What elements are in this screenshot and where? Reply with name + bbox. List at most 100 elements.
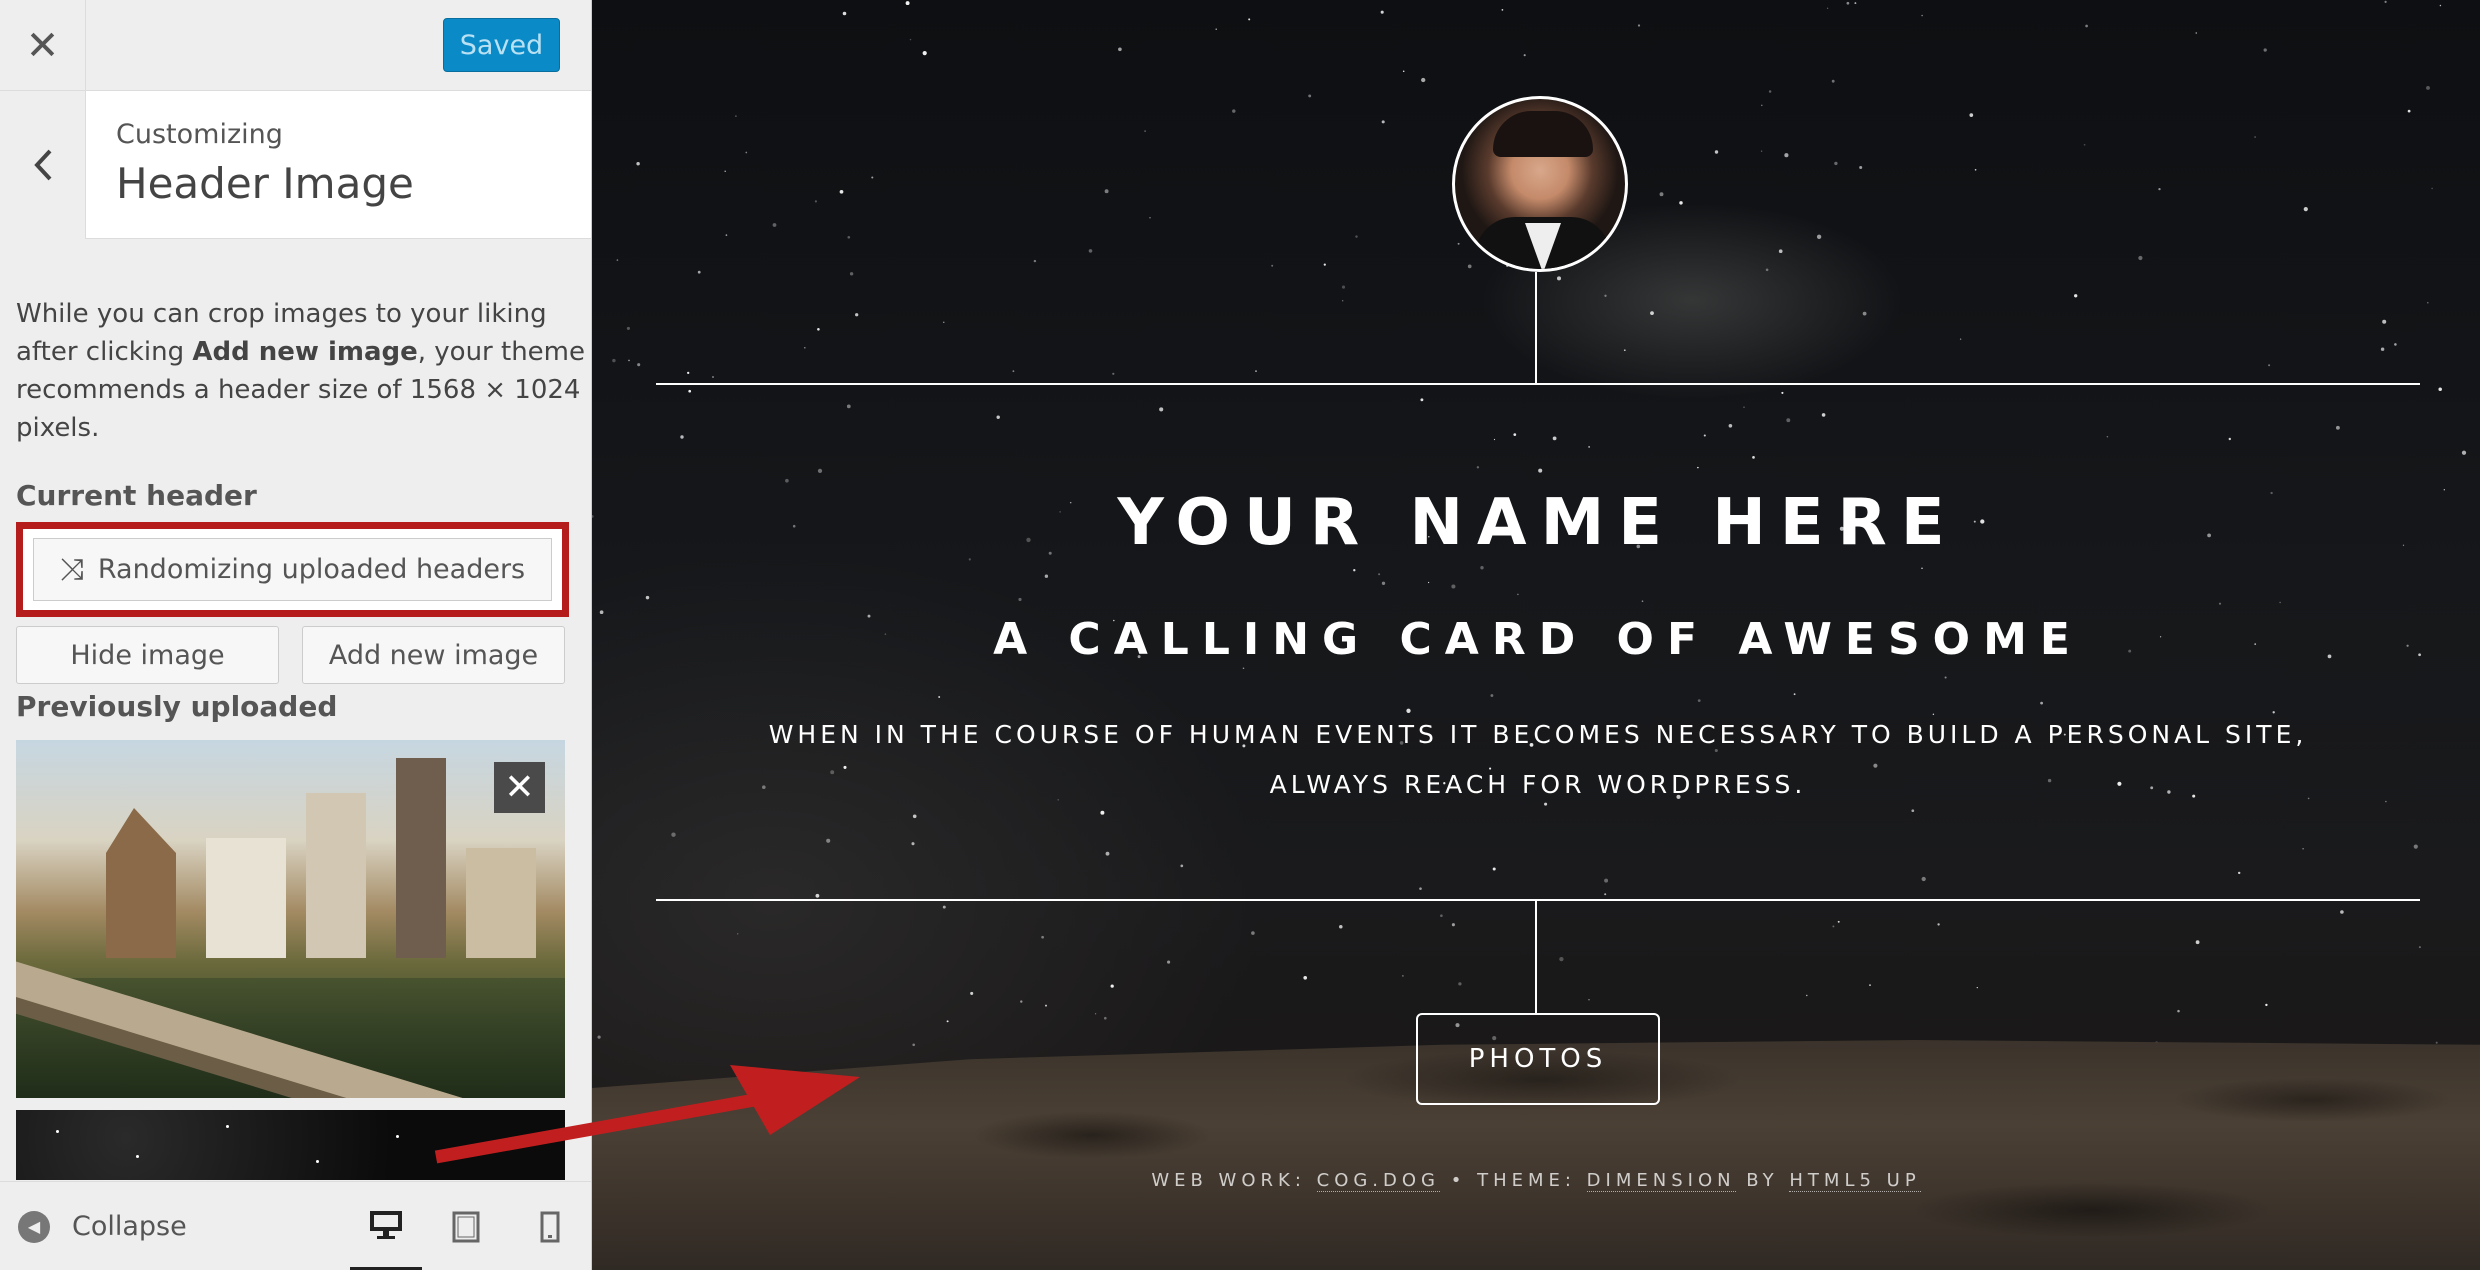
star bbox=[839, 189, 844, 194]
star bbox=[1339, 925, 1343, 929]
divider-line bbox=[1535, 272, 1537, 384]
uploaded-header-thumbnail-city[interactable]: ✕ bbox=[16, 740, 565, 1098]
previously-uploaded-label: Previously uploaded bbox=[16, 690, 338, 723]
star bbox=[1255, 370, 1257, 372]
star bbox=[1033, 259, 1037, 263]
star bbox=[616, 259, 619, 261]
randomize-headers-button[interactable]: ⤨ Randomizing uploaded headers bbox=[33, 538, 552, 601]
star bbox=[1402, 70, 1405, 72]
add-new-image-button[interactable]: Add new image bbox=[302, 626, 565, 684]
star bbox=[911, 842, 915, 846]
thumbnail-building bbox=[306, 793, 366, 958]
star bbox=[996, 415, 1000, 419]
star bbox=[1492, 867, 1496, 871]
star bbox=[1944, 676, 1947, 679]
star bbox=[1761, 104, 1763, 107]
star bbox=[1513, 433, 1517, 436]
star bbox=[1378, 573, 1381, 576]
star bbox=[1420, 398, 1424, 402]
collapse-button[interactable]: ◀ Collapse bbox=[18, 1182, 187, 1270]
star bbox=[2138, 255, 2143, 261]
star bbox=[2263, 48, 2267, 52]
star bbox=[1697, 466, 1699, 469]
thumbnail-star bbox=[486, 1150, 489, 1153]
star bbox=[804, 347, 806, 349]
star bbox=[1303, 975, 1308, 980]
star bbox=[2407, 109, 2411, 113]
site-avatar bbox=[1452, 96, 1628, 272]
star bbox=[772, 223, 777, 227]
star bbox=[1604, 294, 1607, 297]
star bbox=[1859, 166, 1863, 169]
thumbnail-star bbox=[136, 1155, 139, 1158]
star bbox=[842, 11, 847, 16]
remove-header-button[interactable]: ✕ bbox=[494, 762, 545, 813]
star bbox=[2254, 136, 2256, 138]
star bbox=[1342, 300, 1344, 302]
star bbox=[1552, 436, 1557, 441]
divider-line bbox=[656, 899, 2420, 901]
star bbox=[1969, 113, 1974, 117]
star bbox=[1837, 920, 1840, 923]
star bbox=[1854, 2, 1857, 5]
star bbox=[687, 371, 690, 375]
star bbox=[2335, 425, 2340, 430]
star bbox=[912, 814, 917, 819]
star bbox=[1637, 24, 1641, 27]
star bbox=[2426, 85, 2430, 90]
star bbox=[1167, 960, 1171, 964]
star bbox=[1493, 438, 1496, 441]
section-title: Header Image bbox=[116, 159, 414, 208]
footer-link-dimension[interactable]: DIMENSION bbox=[1586, 1170, 1736, 1192]
star bbox=[1248, 18, 1251, 21]
star bbox=[637, 363, 641, 367]
preview-tablet-button[interactable] bbox=[436, 1182, 496, 1270]
star bbox=[2302, 848, 2304, 850]
uploaded-header-thumbnail-space[interactable] bbox=[16, 1110, 565, 1180]
star bbox=[1604, 893, 1607, 896]
star bbox=[1458, 982, 1462, 986]
star bbox=[1588, 446, 1590, 448]
star bbox=[2413, 844, 2418, 849]
footer-link-html5up[interactable]: HTML5 UP bbox=[1789, 1170, 1921, 1192]
star bbox=[597, 1035, 601, 1039]
preview-desktop-button[interactable] bbox=[350, 1182, 422, 1270]
star bbox=[1044, 574, 1049, 578]
star bbox=[1381, 581, 1386, 585]
star bbox=[2303, 207, 2308, 212]
site-description: WHEN IN THE COURSE OF HUMAN EVENTS IT BE… bbox=[768, 720, 2308, 799]
star bbox=[1088, 249, 1093, 253]
star bbox=[1476, 466, 1480, 469]
hide-image-button[interactable]: Hide image bbox=[16, 626, 279, 684]
description-bold-text: Add new image bbox=[192, 337, 418, 367]
divider-line bbox=[656, 383, 2420, 385]
section-header: Customizing Header Image bbox=[0, 91, 591, 239]
star bbox=[1427, 581, 1430, 584]
star bbox=[1641, 600, 1644, 602]
star bbox=[2279, 601, 2281, 604]
star bbox=[938, 696, 941, 698]
back-button[interactable] bbox=[0, 91, 86, 239]
star bbox=[946, 1020, 949, 1023]
star bbox=[1440, 914, 1443, 918]
star bbox=[680, 435, 684, 439]
star bbox=[1604, 878, 1609, 883]
star bbox=[1517, 593, 1519, 596]
star bbox=[2228, 437, 2232, 441]
collapse-arrow-icon: ◀ bbox=[18, 1210, 50, 1243]
saved-button[interactable]: Saved bbox=[443, 18, 560, 72]
close-customizer-button[interactable]: ✕ bbox=[0, 0, 86, 91]
thumbnail-star bbox=[316, 1160, 319, 1163]
star bbox=[636, 161, 640, 166]
star bbox=[1831, 79, 1835, 83]
star bbox=[1100, 810, 1105, 815]
thumbnail-star bbox=[396, 1135, 399, 1138]
photos-nav-button[interactable]: PHOTOS bbox=[1416, 1013, 1660, 1105]
preview-mobile-button[interactable] bbox=[520, 1182, 580, 1270]
customizer-sidebar: ✕ Saved Customizing Header Image While y… bbox=[0, 0, 592, 1270]
star bbox=[1094, 1013, 1097, 1015]
mobile-icon bbox=[540, 1211, 560, 1242]
star bbox=[1523, 54, 1526, 57]
star bbox=[1457, 242, 1460, 245]
footer-link-cogdog[interactable]: COG.DOG bbox=[1316, 1170, 1441, 1192]
